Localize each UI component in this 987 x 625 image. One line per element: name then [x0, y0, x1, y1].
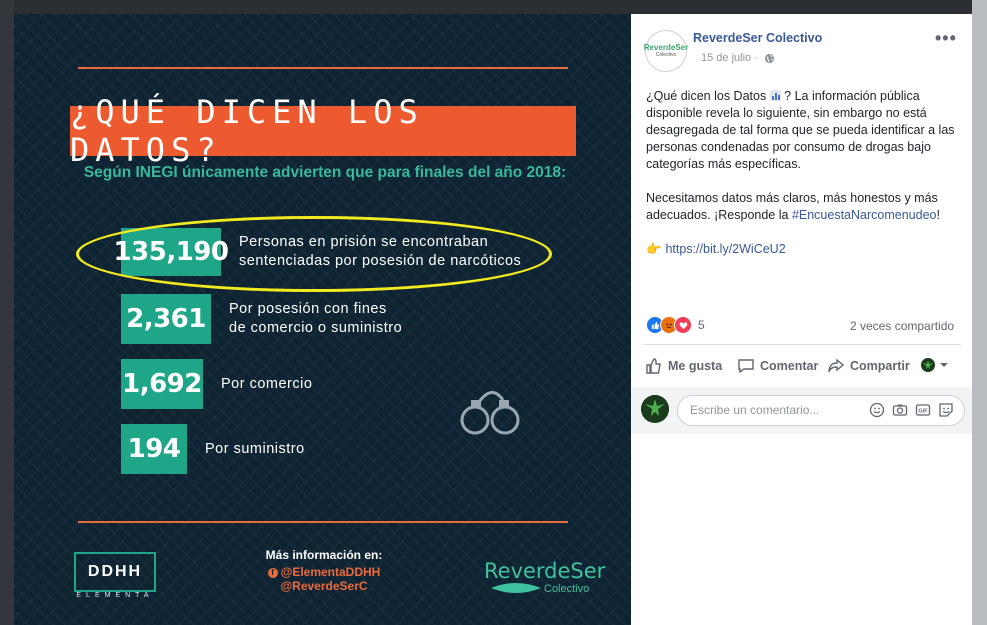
stat-number: 1,692 — [121, 359, 203, 409]
ddhh-logo: DDHH — [74, 552, 156, 592]
right-backdrop — [972, 0, 987, 625]
post-image[interactable]: ¿QUÉ DICEN LOS DATOS? Según INEGI únicam… — [14, 14, 631, 625]
stat-number: 194 — [121, 424, 187, 474]
infographic-subtitle: Según INEGI únicamente advierten que par… — [83, 164, 567, 181]
post-paragraph-2: Necesitamos datos más claros, más honest… — [646, 190, 962, 224]
bottom-divider-line — [78, 521, 568, 523]
left-backdrop — [0, 0, 14, 625]
comment-tools: GIF — [869, 402, 954, 418]
top-divider-line — [78, 67, 568, 69]
sticker-icon[interactable] — [938, 402, 954, 418]
social-handles: f @ElementaDDHH @ReverdeSerC — [224, 565, 424, 593]
top-bar-backdrop — [0, 0, 987, 14]
handles-text: @ElementaDDHH @ReverdeSerC — [280, 565, 381, 593]
globe-icon[interactable] — [764, 53, 775, 64]
avatar-text: ReverdeSer — [643, 43, 689, 52]
post-paragraph-3: 👉 https://bit.ly/2WiCeU2 — [646, 241, 962, 258]
stat-line: Por posesión con fines — [229, 301, 387, 317]
page-avatar[interactable]: ReverdeSer Colectivo — [643, 30, 689, 72]
user-avatar[interactable] — [641, 395, 669, 423]
post-paragraph-1: ¿Qué dicen los Datos ? La información pú… — [646, 88, 962, 173]
gif-icon[interactable]: GIF — [915, 402, 931, 418]
bar-chart-icon — [769, 90, 781, 101]
text-span: ¿Qué dicen los Datos — [646, 89, 770, 103]
like-button[interactable]: Me gusta — [645, 357, 722, 375]
infographic-title: ¿QUÉ DICEN LOS DATOS? — [70, 93, 576, 169]
share-icon — [828, 358, 845, 373]
stat-description: Por suministro — [205, 440, 305, 459]
comment-placeholder: Escribe un comentario... — [690, 403, 820, 417]
stat-row-4: 194 Por suministro — [121, 424, 305, 474]
facebook-icon: f — [267, 567, 278, 578]
handcuffs-icon — [460, 391, 520, 435]
share-button[interactable]: Compartir — [827, 357, 910, 375]
reverdeser-logo: ReverdeSer — [484, 559, 606, 583]
chevron-down-icon — [940, 363, 948, 367]
stat-description: Por posesión con fines de comercio o sum… — [229, 300, 402, 338]
elementa-label: ELEMENTA — [76, 592, 154, 599]
stat-line: Por suministro — [205, 440, 305, 457]
post-panel: ReverdeSer Colectivo ReverdeSer Colectiv… — [631, 14, 972, 625]
post-body: ¿Qué dicen los Datos ? La información pú… — [646, 88, 962, 275]
comment-icon — [738, 359, 754, 374]
share-as-selector[interactable] — [921, 358, 949, 372]
page-name-link[interactable]: ReverdeSer Colectivo — [693, 31, 822, 45]
love-reaction-icon — [674, 316, 692, 334]
leaf-icon — [491, 583, 541, 593]
stat-line: Por comercio — [221, 375, 313, 392]
stat-number: 2,361 — [121, 294, 211, 344]
post-timestamp[interactable]: 15 de julio · — [701, 52, 758, 64]
share-count-link[interactable]: 2 veces compartido — [850, 319, 954, 333]
stat-row-2: 2,361 Por posesión con fines de comercio… — [121, 294, 402, 344]
cannabis-leaf-avatar-icon — [921, 358, 935, 372]
stat-description: Por comercio — [221, 375, 312, 394]
camera-icon[interactable] — [892, 402, 908, 418]
comment-input[interactable]: Escribe un comentario... GIF — [677, 395, 965, 426]
post-options-button[interactable]: ••• — [935, 28, 957, 49]
divider — [643, 344, 961, 345]
stat-line: de comercio o suministro — [229, 320, 403, 336]
more-info-label: Más información en: — [265, 548, 383, 562]
stat-row-3: 1,692 Por comercio — [121, 359, 312, 409]
like-icon — [646, 358, 661, 374]
avatar-sub-text: Colectivo — [655, 52, 677, 58]
post-date[interactable]: 15 de julio — [701, 52, 751, 64]
comment-button[interactable]: Comentar — [737, 357, 818, 375]
share-label: Compartir — [850, 359, 910, 373]
reactions-summary[interactable]: 5 — [646, 316, 705, 334]
comment-label: Comentar — [760, 359, 819, 373]
pointing-hand-icon: 👉 — [646, 242, 662, 256]
reaction-count: 5 — [698, 318, 705, 332]
emoji-icon[interactable] — [869, 402, 885, 418]
text-span: ! — [936, 208, 940, 222]
post-link[interactable]: https://bit.ly/2WiCeU2 — [665, 242, 785, 256]
like-label: Me gusta — [668, 359, 723, 373]
yellow-highlight-ellipse — [76, 216, 552, 292]
hashtag-link[interactable]: #EncuestaNarcomenudeo — [792, 208, 937, 222]
svg-text:GIF: GIF — [918, 409, 928, 415]
reverdeser-sub-label: Colectivo — [544, 583, 590, 595]
comment-composer: Escribe un comentario... GIF — [631, 387, 972, 434]
